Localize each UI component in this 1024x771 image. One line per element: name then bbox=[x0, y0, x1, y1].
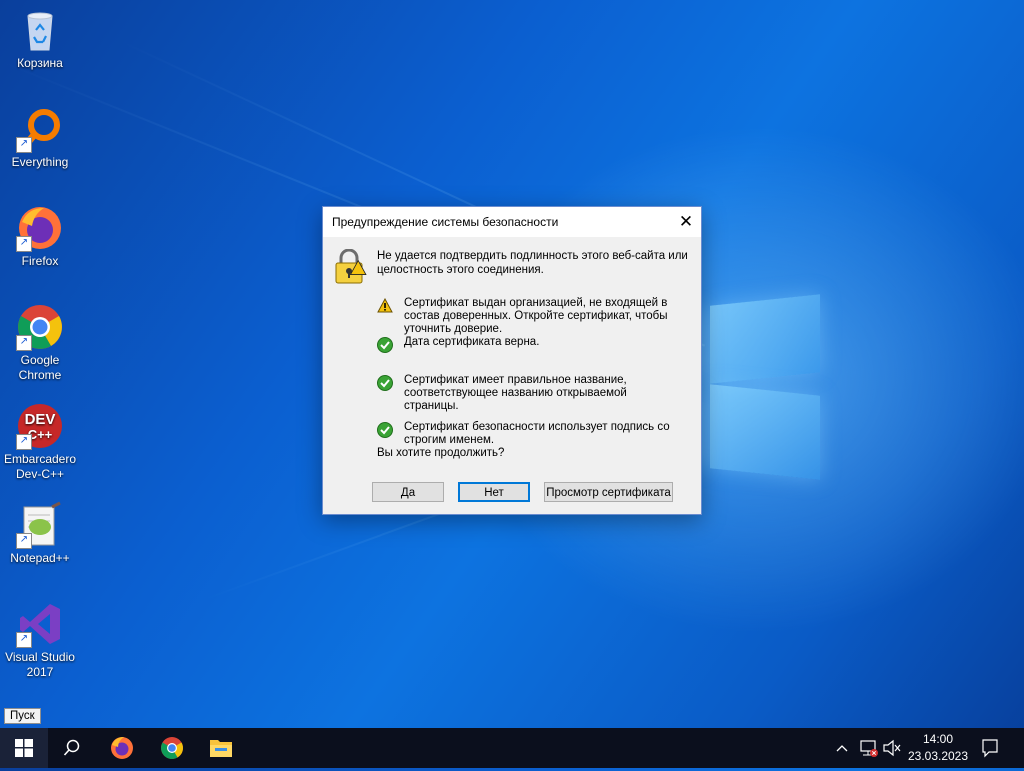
view-certificate-button[interactable]: Просмотр сертификата bbox=[544, 482, 673, 502]
chrome-icon: ↗ bbox=[16, 303, 64, 351]
check-ok-icon bbox=[377, 375, 393, 391]
tray-volume-button[interactable] bbox=[882, 728, 902, 768]
visual-studio-icon: ↗ bbox=[16, 600, 64, 648]
desktop-icon-devcpp[interactable]: DEV C++ ↗ Embarcadero Dev-C++ bbox=[2, 402, 78, 482]
shortcut-arrow-icon: ↗ bbox=[16, 335, 32, 351]
chevron-up-icon bbox=[836, 745, 848, 752]
everything-search-icon: ↗ bbox=[16, 105, 64, 153]
taskbar-clock[interactable]: 14:00 23.03.2023 bbox=[900, 731, 976, 765]
dialog-question: Вы хотите продолжить? bbox=[377, 447, 505, 459]
network-icon bbox=[860, 740, 878, 757]
taskbar-file-explorer[interactable] bbox=[197, 728, 245, 768]
check-item-text: Дата сертификата верна. bbox=[404, 336, 540, 348]
devcpp-icon: DEV C++ ↗ bbox=[16, 402, 64, 450]
desktop-icon-label: Firefox bbox=[21, 254, 59, 268]
clock-time: 14:00 bbox=[922, 732, 954, 746]
clock-date: 23.03.2023 bbox=[907, 749, 969, 763]
taskbar: 14:00 23.03.2023 bbox=[0, 728, 1024, 768]
taskbar-search-button[interactable] bbox=[48, 728, 96, 768]
start-icon bbox=[15, 739, 33, 757]
desktop-icon-visual-studio[interactable]: ↗ Visual Studio 2017 bbox=[2, 600, 78, 680]
check-ok-icon bbox=[377, 337, 393, 353]
dialog-titlebar[interactable]: Предупреждение системы безопасности ✕ bbox=[323, 207, 701, 237]
check-item-text: Сертификат безопасности использует подпи… bbox=[404, 421, 670, 446]
desktop-icon-label: Embarcadero Dev-C++ bbox=[3, 452, 77, 481]
dialog-body: Не удается подтвердить подлинность этого… bbox=[323, 237, 701, 514]
desktop-icon-label: Visual Studio 2017 bbox=[5, 650, 75, 679]
desktop-icon-label: Everything bbox=[11, 155, 69, 169]
shortcut-arrow-icon: ↗ bbox=[16, 632, 32, 648]
tray-chevron-up-button[interactable] bbox=[836, 728, 852, 768]
taskbar-firefox[interactable] bbox=[98, 728, 146, 768]
desktop-icon-chrome[interactable]: ↗ Google Chrome bbox=[2, 303, 78, 383]
desktop-icon-label: Google Chrome bbox=[18, 353, 62, 382]
dialog-intro-text: Не удается подтвердить подлинность этого… bbox=[377, 250, 688, 276]
desktop-icon-label: Notepad++ bbox=[10, 551, 70, 565]
shortcut-arrow-icon: ↗ bbox=[16, 533, 32, 549]
padlock-warning-icon bbox=[333, 248, 367, 285]
recycle-bin-icon bbox=[16, 6, 64, 54]
security-warning-dialog: Предупреждение системы безопасности ✕ Не… bbox=[322, 206, 702, 515]
desktop-icon-label: Корзина bbox=[17, 56, 63, 70]
desktop-icon-recycle-bin[interactable]: Корзина bbox=[2, 6, 78, 71]
file-explorer-icon bbox=[210, 740, 232, 757]
desktop-icon-everything[interactable]: ↗ Everything bbox=[2, 105, 78, 170]
chrome-icon bbox=[161, 737, 183, 759]
volume-muted-icon bbox=[883, 739, 901, 757]
yes-button[interactable]: Да bbox=[372, 482, 444, 502]
desktop-icon-firefox[interactable]: ↗ Firefox bbox=[2, 204, 78, 269]
start-tooltip: Пуск bbox=[4, 708, 41, 724]
notification-icon bbox=[982, 739, 998, 758]
firefox-icon: ↗ bbox=[16, 204, 64, 252]
close-button[interactable]: ✕ bbox=[671, 207, 701, 237]
firefox-icon bbox=[111, 737, 133, 759]
no-button[interactable]: Нет bbox=[458, 482, 530, 502]
check-item-text: Сертификат имеет правильное название, со… bbox=[404, 374, 627, 412]
tray-network-button[interactable] bbox=[858, 728, 880, 768]
warning-icon bbox=[377, 297, 393, 314]
action-center-button[interactable] bbox=[980, 728, 1004, 768]
dialog-title: Предупреждение системы безопасности bbox=[332, 215, 559, 229]
search-icon bbox=[63, 739, 80, 756]
taskbar-chrome[interactable] bbox=[148, 728, 196, 768]
shortcut-arrow-icon: ↗ bbox=[16, 137, 32, 153]
start-button[interactable] bbox=[0, 728, 48, 768]
notepadpp-icon: ↗ bbox=[16, 501, 64, 549]
svg-text:DEV: DEV bbox=[25, 411, 56, 428]
close-icon: ✕ bbox=[678, 212, 694, 231]
shortcut-arrow-icon: ↗ bbox=[16, 236, 32, 252]
desktop-icon-notepadpp[interactable]: ↗ Notepad++ bbox=[2, 501, 78, 566]
shortcut-arrow-icon: ↗ bbox=[16, 434, 32, 450]
check-ok-icon bbox=[377, 422, 393, 438]
check-item-text: Сертификат выдан организацией, не входящ… bbox=[404, 297, 668, 335]
